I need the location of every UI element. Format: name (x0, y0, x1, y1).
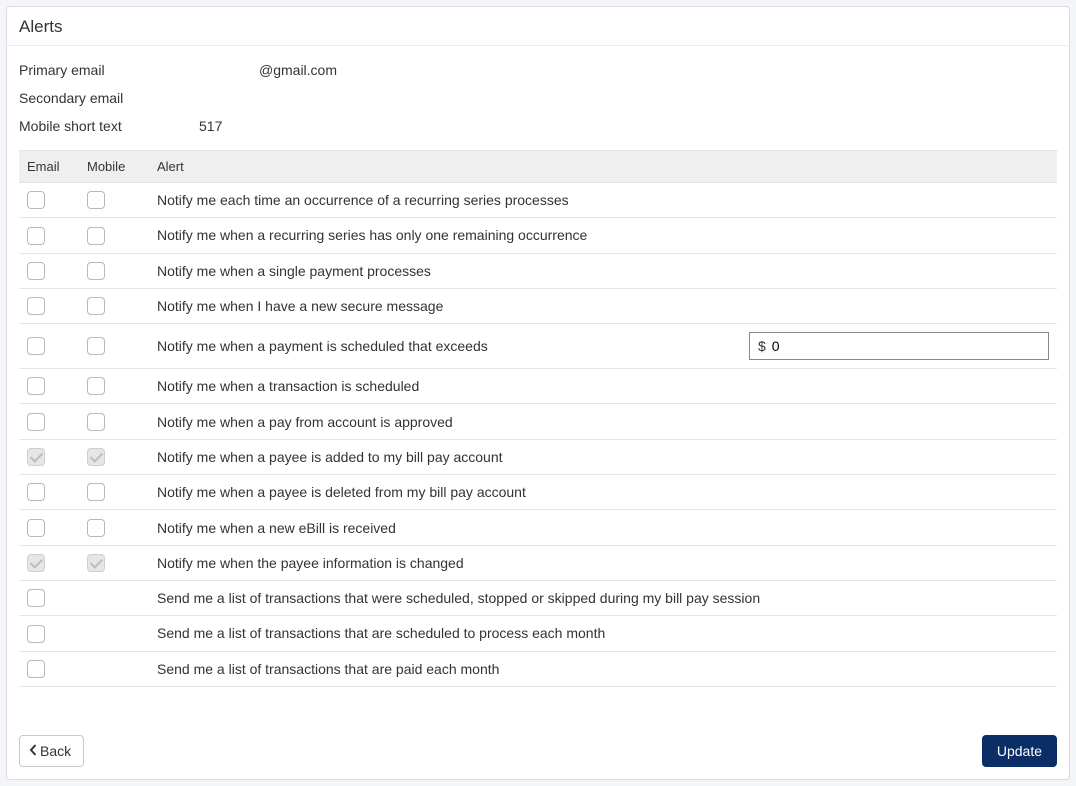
contact-info: Primary email @gmail.com Secondary email… (7, 46, 1069, 150)
col-mobile: Mobile (79, 151, 149, 183)
alert-text: Send me a list of transactions that are … (149, 616, 1057, 651)
alert-text: Notify me when a payee is added to my bi… (149, 439, 1057, 474)
alert-text: Notify me when I have a new secure messa… (149, 288, 1057, 323)
primary-email-value: @gmail.com (259, 62, 337, 78)
alert-text: Notify me each time an occurrence of a r… (149, 183, 1057, 218)
alert-text: Notify me when a payee is deleted from m… (149, 475, 1057, 510)
table-row: Notify me each time an occurrence of a r… (19, 183, 1057, 218)
amount-field-payment-exceeds[interactable]: $ (749, 332, 1049, 360)
update-button-label: Update (997, 743, 1042, 759)
email-checkbox-secure-message[interactable] (27, 297, 45, 315)
email-checkbox-ebill-received[interactable] (27, 519, 45, 537)
mobile-checkbox-payment-exceeds[interactable] (87, 337, 105, 355)
alert-text: Notify me when a transaction is schedule… (149, 369, 1057, 404)
alert-text: Notify me when a recurring series has on… (149, 218, 1057, 253)
email-checkbox-recurring-process[interactable] (27, 191, 45, 209)
table-row: Notify me when a payee is deleted from m… (19, 475, 1057, 510)
mobile-checkbox-payee-changed (87, 554, 105, 572)
table-header-row: Email Mobile Alert (19, 151, 1057, 183)
mobile-checkbox-secure-message[interactable] (87, 297, 105, 315)
secondary-email-label: Secondary email (19, 90, 199, 106)
mobile-checkbox-txn-scheduled[interactable] (87, 377, 105, 395)
table-row: Send me a list of transactions that were… (19, 580, 1057, 615)
currency-prefix: $ (750, 338, 772, 354)
alert-text: Notify me when a payment is scheduled th… (157, 338, 488, 354)
back-button[interactable]: Back (19, 735, 84, 767)
email-checkbox-payfrom-approved[interactable] (27, 413, 45, 431)
mobile-checkbox-single-payment[interactable] (87, 262, 105, 280)
mobile-checkbox-ebill-received[interactable] (87, 519, 105, 537)
alert-text: Notify me when a new eBill is received (149, 510, 1057, 545)
alert-text: Notify me when a single payment processe… (149, 253, 1057, 288)
email-checkbox-payment-exceeds[interactable] (27, 337, 45, 355)
mobile-short-row: Mobile short text 517 (19, 112, 1057, 140)
alerts-panel: Alerts Primary email @gmail.com Secondar… (6, 6, 1070, 780)
table-row: Send me a list of transactions that are … (19, 616, 1057, 651)
chevron-left-icon (28, 743, 38, 759)
table-row: Notify me when a new eBill is received (19, 510, 1057, 545)
primary-email-row: Primary email @gmail.com (19, 56, 1057, 84)
email-checkbox-monthly-scheduled[interactable] (27, 625, 45, 643)
alert-text: Notify me when the payee information is … (149, 545, 1057, 580)
mobile-short-value: 517 (199, 118, 222, 134)
table-row: Notify me when a payment is scheduled th… (19, 324, 1057, 369)
mobile-short-label: Mobile short text (19, 118, 199, 134)
update-button[interactable]: Update (982, 735, 1057, 767)
amount-input-payment-exceeds[interactable] (772, 338, 1048, 354)
secondary-email-row: Secondary email (19, 84, 1057, 112)
mobile-checkbox-payfrom-approved[interactable] (87, 413, 105, 431)
back-button-label: Back (40, 743, 71, 759)
col-alert: Alert (149, 151, 1057, 183)
email-checkbox-txn-scheduled[interactable] (27, 377, 45, 395)
table-row: Notify me when a pay from account is app… (19, 404, 1057, 439)
table-row: Notify me when the payee information is … (19, 545, 1057, 580)
alerts-table: Email Mobile Alert Notify me each time a… (19, 150, 1057, 687)
email-checkbox-single-payment[interactable] (27, 262, 45, 280)
table-row: Notify me when a payee is added to my bi… (19, 439, 1057, 474)
mobile-checkbox-payee-added (87, 448, 105, 466)
table-row: Notify me when a recurring series has on… (19, 218, 1057, 253)
primary-email-label: Primary email (19, 62, 199, 78)
email-checkbox-monthly-paid[interactable] (27, 660, 45, 678)
email-checkbox-payee-added (27, 448, 45, 466)
alert-text: Notify me when a pay from account is app… (149, 404, 1057, 439)
table-row: Notify me when a transaction is schedule… (19, 369, 1057, 404)
alert-text: Send me a list of transactions that were… (149, 580, 1057, 615)
page-title: Alerts (7, 7, 1069, 46)
mobile-checkbox-payee-deleted[interactable] (87, 483, 105, 501)
email-checkbox-payee-deleted[interactable] (27, 483, 45, 501)
footer: Back Update (19, 735, 1057, 767)
mobile-checkbox-recurring-process[interactable] (87, 191, 105, 209)
col-email: Email (19, 151, 79, 183)
table-row: Notify me when a single payment processe… (19, 253, 1057, 288)
table-row: Send me a list of transactions that are … (19, 651, 1057, 686)
email-checkbox-payee-changed (27, 554, 45, 572)
mobile-checkbox-recurring-last[interactable] (87, 227, 105, 245)
alert-text: Send me a list of transactions that are … (149, 651, 1057, 686)
email-checkbox-session-list[interactable] (27, 589, 45, 607)
table-row: Notify me when I have a new secure messa… (19, 288, 1057, 323)
email-checkbox-recurring-last[interactable] (27, 227, 45, 245)
